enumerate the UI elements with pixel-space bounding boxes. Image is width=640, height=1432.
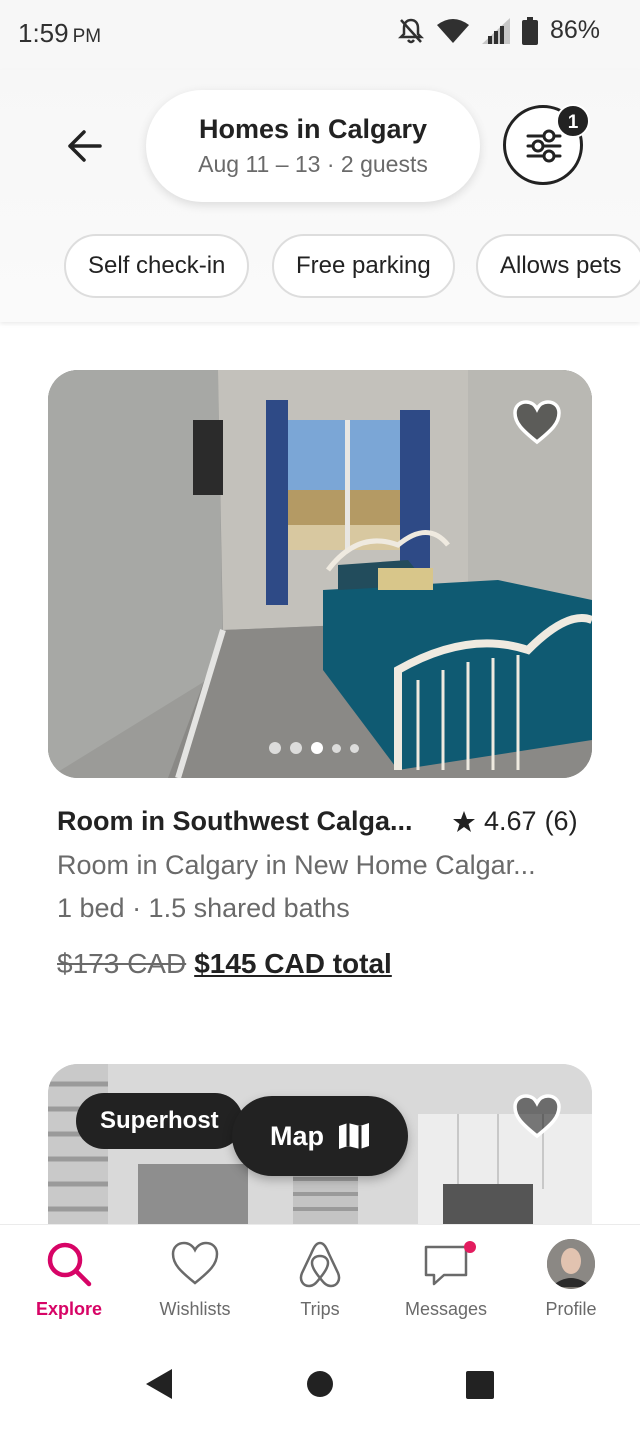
search-location: Homes in Calgary — [198, 114, 428, 144]
star-icon — [453, 810, 475, 832]
heart-icon[interactable] — [512, 400, 562, 446]
system-home-icon[interactable] — [306, 1370, 334, 1398]
superhost-badge: Superhost — [76, 1093, 243, 1149]
nav-messages-label: Messages — [404, 1299, 488, 1319]
nav-explore-label: Explore — [35, 1299, 103, 1319]
nav-trips[interactable]: Trips — [260, 1239, 380, 1320]
search-dates-guests: Aug 11 – 13 · 2 guests — [198, 151, 428, 177]
map-button-label: Map — [270, 1120, 324, 1151]
listing-rating: 4.67 (6) — [452, 806, 578, 837]
status-time: 1:59 PM — [18, 18, 102, 48]
discounted-total-price[interactable]: $145 CAD total — [194, 948, 392, 979]
map-icon — [339, 1123, 369, 1149]
nav-trips-label: Trips — [300, 1299, 340, 1319]
bedroom-photo — [48, 370, 592, 778]
listing-beds-baths: 1 bed · 1.5 shared baths — [57, 893, 350, 923]
wifi-icon — [436, 18, 469, 43]
nav-wishlists[interactable]: Wishlists — [135, 1239, 255, 1320]
system-back-icon[interactable] — [144, 1368, 174, 1400]
nav-explore[interactable]: Explore — [9, 1239, 129, 1320]
chip-self-check-in[interactable]: Self check-in — [64, 234, 250, 298]
filters-icon — [526, 129, 562, 163]
system-navigation-bar — [0, 1336, 640, 1432]
listing-price: $173 CAD $145 CAD total — [57, 948, 392, 980]
notifications-off-icon — [397, 18, 424, 43]
search-summary-button[interactable]: Homes in Calgary Aug 11 – 13 · 2 guests — [146, 90, 480, 202]
photo-pagination — [269, 742, 359, 754]
pagination-dot — [350, 743, 359, 753]
avatar — [547, 1239, 595, 1289]
filter-count-badge: 1 — [556, 104, 590, 138]
listing-photo[interactable] — [48, 370, 592, 778]
rating-value: 4.67 — [484, 806, 537, 836]
signal-icon — [481, 17, 510, 44]
bottom-navigation: Explore Wishlists Trips Messages Profile — [0, 1224, 640, 1336]
chip-allows-pets[interactable]: Allows pets — [476, 234, 640, 298]
search-header: Homes in Calgary Aug 11 – 13 · 2 guests … — [0, 70, 640, 322]
nav-messages[interactable]: Messages — [386, 1239, 506, 1320]
pagination-dot — [269, 742, 281, 754]
pagination-dot — [332, 743, 341, 753]
nav-profile-label: Profile — [545, 1299, 597, 1319]
original-price: $173 CAD — [57, 948, 187, 979]
search-icon — [47, 1242, 92, 1287]
battery-level: 86% — [549, 16, 600, 44]
nav-wishlists-label: Wishlists — [159, 1299, 231, 1319]
pagination-dot-active — [311, 742, 323, 754]
review-count: (6) — [544, 806, 578, 836]
heart-icon[interactable] — [512, 1094, 562, 1140]
pagination-dot — [290, 742, 302, 754]
listing-title[interactable]: Room in Southwest Calga... — [57, 806, 413, 837]
system-recents-icon[interactable] — [465, 1370, 495, 1400]
status-icons: 86% — [397, 16, 600, 45]
battery-icon — [521, 16, 538, 45]
nav-profile[interactable]: Profile — [511, 1239, 631, 1320]
airbnb-logo-icon — [299, 1241, 341, 1288]
back-arrow-icon — [68, 130, 102, 162]
back-button[interactable] — [60, 126, 108, 166]
status-bar: 1:59 PM 86% — [0, 0, 640, 70]
heart-icon — [171, 1241, 219, 1285]
unread-indicator — [464, 1241, 476, 1253]
chip-free-parking[interactable]: Free parking — [272, 234, 455, 298]
map-button[interactable]: Map — [232, 1096, 408, 1176]
listing-subtitle: Room in Calgary in New Home Calgar... — [57, 850, 536, 880]
